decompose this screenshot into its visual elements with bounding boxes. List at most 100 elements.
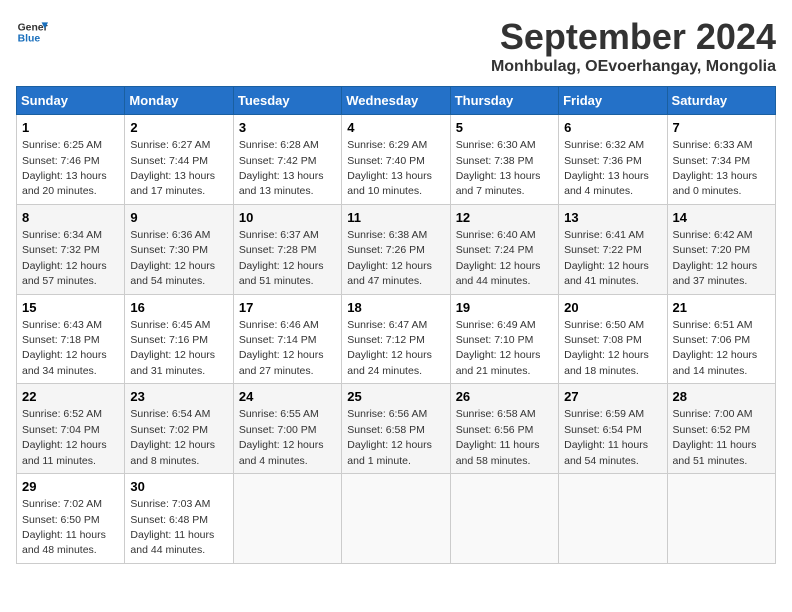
calendar-cell: 25 Sunrise: 6:56 AMSunset: 6:58 PMDayligh…: [342, 384, 450, 474]
day-number: 30: [130, 478, 227, 496]
calendar-subtitle: Monhbulag, OEvoerhangay, Mongolia: [491, 58, 776, 76]
calendar-cell: 15 Sunrise: 6:43 AMSunset: 7:18 PMDayligh…: [17, 294, 125, 384]
day-number: 17: [239, 299, 336, 317]
calendar-week-5: 29 Sunrise: 7:02 AMSunset: 6:50 PMDayligh…: [17, 474, 776, 564]
day-number: 15: [22, 299, 119, 317]
logo-icon: General Blue: [16, 16, 48, 48]
cell-info: Sunrise: 6:56 AMSunset: 6:58 PMDaylight:…: [347, 408, 432, 466]
calendar-cell: 3 Sunrise: 6:28 AMSunset: 7:42 PMDaylight…: [233, 115, 341, 205]
cell-info: Sunrise: 7:00 AMSunset: 6:52 PMDaylight:…: [673, 408, 757, 466]
calendar-title: September 2024: [491, 16, 776, 58]
cell-info: Sunrise: 6:43 AMSunset: 7:18 PMDaylight:…: [22, 319, 107, 377]
day-number: 4: [347, 119, 444, 137]
cell-info: Sunrise: 6:58 AMSunset: 6:56 PMDaylight:…: [456, 408, 540, 466]
calendar-cell: 28 Sunrise: 7:00 AMSunset: 6:52 PMDayligh…: [667, 384, 775, 474]
cell-info: Sunrise: 6:42 AMSunset: 7:20 PMDaylight:…: [673, 229, 758, 287]
day-number: 16: [130, 299, 227, 317]
calendar-cell: 26 Sunrise: 6:58 AMSunset: 6:56 PMDayligh…: [450, 384, 558, 474]
calendar-cell: [559, 474, 667, 564]
cell-info: Sunrise: 6:50 AMSunset: 7:08 PMDaylight:…: [564, 319, 649, 377]
calendar-cell: 10 Sunrise: 6:37 AMSunset: 7:28 PMDayligh…: [233, 204, 341, 294]
day-number: 11: [347, 209, 444, 227]
calendar-cell: 16 Sunrise: 6:45 AMSunset: 7:16 PMDayligh…: [125, 294, 233, 384]
cell-info: Sunrise: 6:59 AMSunset: 6:54 PMDaylight:…: [564, 408, 648, 466]
calendar-cell: 6Sunrise: 6:32 AMSunset: 7:36 PMDaylight…: [559, 115, 667, 205]
calendar-cell: 7 Sunrise: 6:33 AMSunset: 7:34 PMDaylight…: [667, 115, 775, 205]
cell-info: Sunrise: 6:32 AMSunset: 7:36 PMDaylight:…: [564, 139, 649, 197]
day-number: 21: [673, 299, 770, 317]
day-number: 14: [673, 209, 770, 227]
day-number: 29: [22, 478, 119, 496]
calendar-cell: [450, 474, 558, 564]
cell-info: Sunrise: 6:47 AMSunset: 7:12 PMDaylight:…: [347, 319, 432, 377]
cell-info: Sunrise: 6:38 AMSunset: 7:26 PMDaylight:…: [347, 229, 432, 287]
day-number: 27: [564, 388, 661, 406]
day-number: 10: [239, 209, 336, 227]
calendar-cell: 24 Sunrise: 6:55 AMSunset: 7:00 PMDayligh…: [233, 384, 341, 474]
calendar-cell: 9Sunrise: 6:36 AMSunset: 7:30 PMDaylight…: [125, 204, 233, 294]
calendar-week-4: 22 Sunrise: 6:52 AMSunset: 7:04 PMDayligh…: [17, 384, 776, 474]
cell-info: Sunrise: 6:52 AMSunset: 7:04 PMDaylight:…: [22, 408, 107, 466]
day-number: 5: [456, 119, 553, 137]
calendar-cell: [667, 474, 775, 564]
calendar-cell: 14 Sunrise: 6:42 AMSunset: 7:20 PMDayligh…: [667, 204, 775, 294]
cell-info: Sunrise: 6:45 AMSunset: 7:16 PMDaylight:…: [130, 319, 215, 377]
calendar-week-3: 15 Sunrise: 6:43 AMSunset: 7:18 PMDayligh…: [17, 294, 776, 384]
day-number: 23: [130, 388, 227, 406]
calendar-cell: 27 Sunrise: 6:59 AMSunset: 6:54 PMDayligh…: [559, 384, 667, 474]
day-number: 28: [673, 388, 770, 406]
calendar-cell: [342, 474, 450, 564]
calendar-body: 1Sunrise: 6:25 AMSunset: 7:46 PMDaylight…: [17, 115, 776, 564]
cell-info: Sunrise: 6:33 AMSunset: 7:34 PMDaylight:…: [673, 139, 758, 197]
calendar-table: Sunday Monday Tuesday Wednesday Thursday…: [16, 86, 776, 564]
calendar-cell: [233, 474, 341, 564]
day-number: 24: [239, 388, 336, 406]
cell-info: Sunrise: 6:41 AMSunset: 7:22 PMDaylight:…: [564, 229, 649, 287]
calendar-cell: 18 Sunrise: 6:47 AMSunset: 7:12 PMDayligh…: [342, 294, 450, 384]
calendar-cell: 1Sunrise: 6:25 AMSunset: 7:46 PMDaylight…: [17, 115, 125, 205]
calendar-cell: 20Sunrise: 6:50 AMSunset: 7:08 PMDayligh…: [559, 294, 667, 384]
cell-info: Sunrise: 6:36 AMSunset: 7:30 PMDaylight:…: [130, 229, 215, 287]
calendar-cell: 5 Sunrise: 6:30 AMSunset: 7:38 PMDaylight…: [450, 115, 558, 205]
day-number: 7: [673, 119, 770, 137]
cell-info: Sunrise: 6:55 AMSunset: 7:00 PMDaylight:…: [239, 408, 324, 466]
calendar-cell: 2 Sunrise: 6:27 AMSunset: 7:44 PMDaylight…: [125, 115, 233, 205]
calendar-cell: 23 Sunrise: 6:54 AMSunset: 7:02 PMDayligh…: [125, 384, 233, 474]
calendar-cell: 21Sunrise: 6:51 AMSunset: 7:06 PMDayligh…: [667, 294, 775, 384]
cell-info: Sunrise: 6:27 AMSunset: 7:44 PMDaylight:…: [130, 139, 215, 197]
day-number: 3: [239, 119, 336, 137]
day-number: 26: [456, 388, 553, 406]
col-tuesday: Tuesday: [233, 87, 341, 115]
calendar-cell: 17 Sunrise: 6:46 AMSunset: 7:14 PMDayligh…: [233, 294, 341, 384]
day-number: 8: [22, 209, 119, 227]
calendar-cell: 4 Sunrise: 6:29 AMSunset: 7:40 PMDaylight…: [342, 115, 450, 205]
day-number: 25: [347, 388, 444, 406]
calendar-cell: 19Sunrise: 6:49 AMSunset: 7:10 PMDayligh…: [450, 294, 558, 384]
cell-info: Sunrise: 6:28 AMSunset: 7:42 PMDaylight:…: [239, 139, 324, 197]
col-sunday: Sunday: [17, 87, 125, 115]
day-number: 2: [130, 119, 227, 137]
cell-info: Sunrise: 6:29 AMSunset: 7:40 PMDaylight:…: [347, 139, 432, 197]
day-number: 19: [456, 299, 553, 317]
calendar-cell: 8Sunrise: 6:34 AMSunset: 7:32 PMDaylight…: [17, 204, 125, 294]
title-section: September 2024 Monhbulag, OEvoerhangay, …: [491, 16, 776, 76]
calendar-cell: 13Sunrise: 6:41 AMSunset: 7:22 PMDayligh…: [559, 204, 667, 294]
logo: General Blue: [16, 16, 48, 48]
cell-info: Sunrise: 6:40 AMSunset: 7:24 PMDaylight:…: [456, 229, 541, 287]
cell-info: Sunrise: 6:25 AMSunset: 7:46 PMDaylight:…: [22, 139, 107, 197]
col-wednesday: Wednesday: [342, 87, 450, 115]
day-number: 12: [456, 209, 553, 227]
day-number: 22: [22, 388, 119, 406]
calendar-cell: 12 Sunrise: 6:40 AMSunset: 7:24 PMDayligh…: [450, 204, 558, 294]
calendar-cell: 29 Sunrise: 7:02 AMSunset: 6:50 PMDayligh…: [17, 474, 125, 564]
cell-info: Sunrise: 6:37 AMSunset: 7:28 PMDaylight:…: [239, 229, 324, 287]
calendar-week-2: 8Sunrise: 6:34 AMSunset: 7:32 PMDaylight…: [17, 204, 776, 294]
cell-info: Sunrise: 6:46 AMSunset: 7:14 PMDaylight:…: [239, 319, 324, 377]
cell-info: Sunrise: 7:02 AMSunset: 6:50 PMDaylight:…: [22, 498, 106, 556]
cell-info: Sunrise: 6:30 AMSunset: 7:38 PMDaylight:…: [456, 139, 541, 197]
cell-info: Sunrise: 6:54 AMSunset: 7:02 PMDaylight:…: [130, 408, 215, 466]
col-friday: Friday: [559, 87, 667, 115]
calendar-cell: 22 Sunrise: 6:52 AMSunset: 7:04 PMDayligh…: [17, 384, 125, 474]
calendar-cell: 30Sunrise: 7:03 AMSunset: 6:48 PMDayligh…: [125, 474, 233, 564]
day-number: 18: [347, 299, 444, 317]
